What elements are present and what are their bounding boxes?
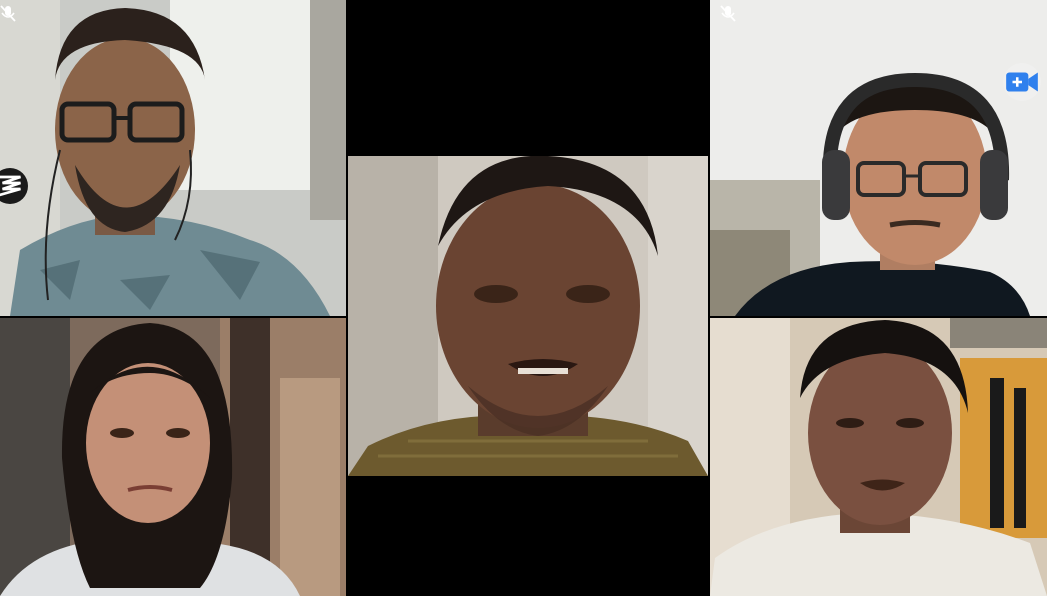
participant-tile-bottom-left[interactable]	[0, 318, 346, 596]
participant-tile-center[interactable]	[348, 156, 708, 476]
participant-video-bottom-left	[0, 318, 346, 596]
mic-off-icon	[718, 4, 738, 24]
mic-off-icon	[0, 4, 18, 24]
participant-video-center	[348, 156, 708, 476]
participant-video-top-left	[0, 0, 346, 316]
camera-icon[interactable]	[1003, 63, 1041, 101]
video-grid	[0, 0, 1047, 596]
participant-video-top-right	[710, 0, 1047, 316]
participant-tile-top-left[interactable]	[0, 0, 346, 316]
participant-tile-bottom-right[interactable]	[710, 318, 1047, 596]
stacked-lines-icon[interactable]	[0, 168, 28, 204]
participant-video-bottom-right	[710, 318, 1047, 596]
participant-tile-top-right[interactable]	[710, 0, 1047, 316]
